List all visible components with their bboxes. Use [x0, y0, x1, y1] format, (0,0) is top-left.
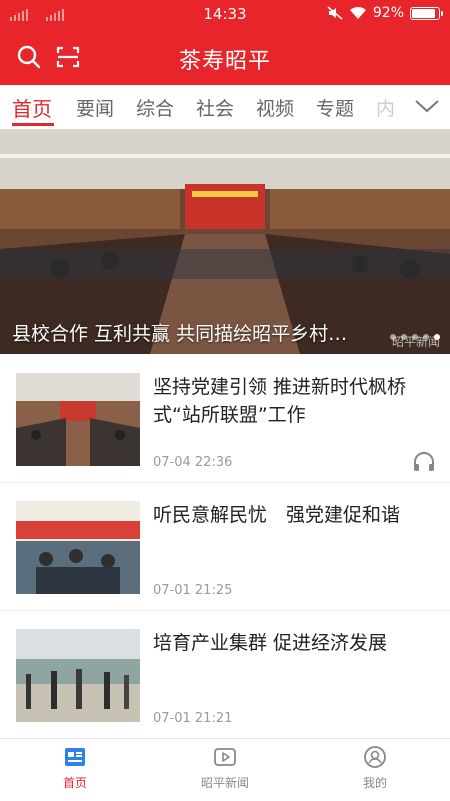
- tab-headlines[interactable]: 要闻: [76, 94, 114, 121]
- category-tabs: 首页 要闻 综合 社会 视频 专题 内: [0, 85, 450, 130]
- news-title: 坚持党建引领 推进新时代枫桥式“站所联盟”工作: [153, 376, 407, 426]
- news-thumbnail: [16, 629, 140, 722]
- news-title: 培育产业集群 促进经济发展: [153, 632, 388, 654]
- news-time: 07-01 21:21: [153, 711, 233, 726]
- hero-watermark: 昭平新闻: [391, 335, 440, 349]
- nav-home[interactable]: 首页: [15, 745, 135, 791]
- tab-society[interactable]: 社会: [196, 94, 234, 121]
- active-tab-indicator: [12, 123, 54, 126]
- news-item[interactable]: 听民意解民忧 强党建促和谐 07-01 21:25: [0, 483, 450, 611]
- profile-icon: [364, 746, 386, 768]
- video-play-icon: [214, 748, 236, 766]
- bottom-nav: 首页 昭平新闻 我的: [0, 738, 450, 801]
- news-title: 听民意解民忧 强党建促和谐: [153, 504, 401, 526]
- tab-home[interactable]: 首页: [12, 93, 52, 122]
- nav-profile[interactable]: 我的: [315, 745, 435, 791]
- nav-home-label: 首页: [62, 776, 87, 790]
- battery-percent: 92%: [372, 5, 404, 21]
- news-time: 07-04 22:36: [153, 455, 233, 470]
- app-title: 茶寿昭平: [178, 49, 271, 74]
- tab-general[interactable]: 综合: [136, 94, 174, 121]
- tab-partial[interactable]: 内: [376, 94, 395, 121]
- hero-caption: 县校合作 互利共赢 共同描绘昭平乡村…: [12, 323, 348, 345]
- hero-banner[interactable]: 县校合作 互利共赢 共同描绘昭平乡村… 昭平新闻: [0, 129, 450, 354]
- nav-news-label: 昭平新闻: [200, 776, 249, 790]
- nav-profile-label: 我的: [362, 776, 387, 790]
- news-item[interactable]: 坚持党建引领 推进新时代枫桥式“站所联盟”工作 07-04 22:36: [0, 355, 450, 483]
- news-thumbnail: [16, 373, 140, 466]
- home-news-icon: [65, 748, 85, 766]
- battery-icon: [410, 6, 443, 20]
- tab-topics[interactable]: 专题: [316, 94, 354, 121]
- mute-icon: [327, 6, 343, 20]
- headphones-icon[interactable]: [412, 451, 436, 473]
- news-thumbnail: [16, 501, 140, 594]
- news-time: 07-01 21:25: [153, 583, 233, 598]
- nav-zhaoping-news[interactable]: 昭平新闻: [165, 745, 285, 791]
- news-item[interactable]: 培育产业集群 促进经济发展 07-01 21:21: [0, 611, 450, 739]
- status-bar: 14:33 92%: [0, 0, 450, 30]
- tab-video[interactable]: 视频: [256, 94, 294, 121]
- chevron-down-icon[interactable]: [412, 95, 442, 117]
- wifi-icon: [349, 6, 366, 19]
- app-header: 茶寿昭平: [0, 30, 450, 85]
